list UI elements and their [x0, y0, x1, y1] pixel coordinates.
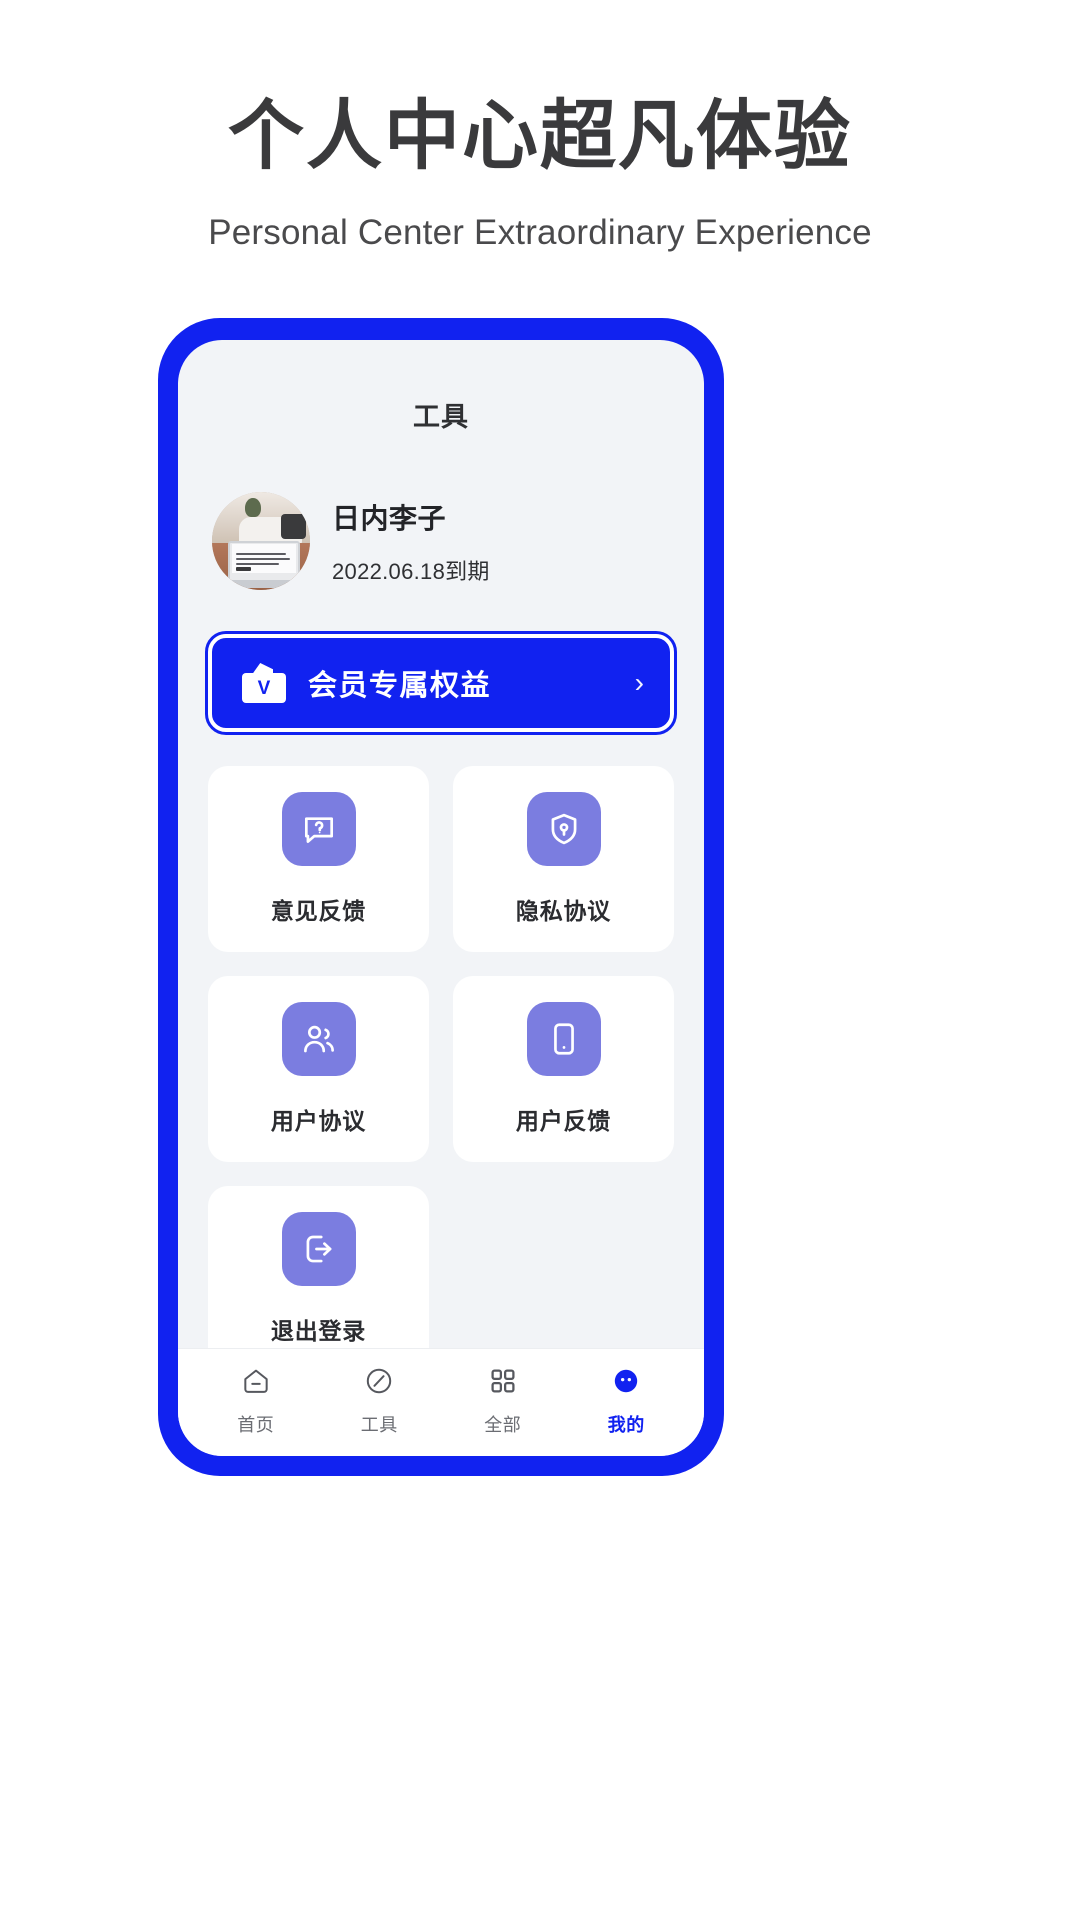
- bottom-tab-bar: 首页 工具 全部 我的: [178, 1348, 704, 1456]
- tile-placeholder: [453, 1186, 674, 1348]
- profile-expiry: 2022.06.18到期: [332, 558, 490, 584]
- tile-feedback[interactable]: 意见反馈: [208, 766, 429, 952]
- users-icon: [281, 1002, 356, 1076]
- tile-label: 用户协议: [270, 1108, 367, 1134]
- tile-label: 用户反馈: [515, 1108, 612, 1134]
- page-title: 个人中心超凡体验: [228, 94, 852, 179]
- phone-frame: 工具 日内李子 2022.06.18到期 V 会员专属权益 › 意见反馈 隐私协…: [158, 318, 724, 1476]
- vip-card-icon: V: [242, 663, 286, 703]
- tile-label: 意见反馈: [270, 898, 367, 924]
- tile-user-feedback[interactable]: 用户反馈: [453, 976, 674, 1162]
- logout-icon: [281, 1212, 356, 1286]
- profile-row[interactable]: 日内李子 2022.06.18到期: [208, 492, 674, 590]
- headline-block: 个人中心超凡体验 Personal Center Extraordinary E…: [0, 94, 1080, 254]
- tab-tools[interactable]: 工具: [318, 1363, 442, 1437]
- tile-label: 隐私协议: [515, 898, 612, 924]
- screen-content: 日内李子 2022.06.18到期 V 会员专属权益 › 意见反馈 隐私协议 用…: [178, 440, 704, 1348]
- shield-location-icon: [526, 792, 601, 866]
- question-chat-icon: [281, 792, 356, 866]
- page-subtitle: Personal Center Extraordinary Experience: [208, 213, 872, 253]
- screen-header: 工具: [178, 340, 704, 440]
- profile-name: 日内李子: [332, 502, 447, 534]
- phone-screen: 工具 日内李子 2022.06.18到期 V 会员专属权益 › 意见反馈 隐私协…: [178, 340, 704, 1456]
- tab-all[interactable]: 全部: [441, 1363, 565, 1437]
- profile-filled-icon: [608, 1363, 644, 1399]
- tab-label: 我的: [607, 1414, 645, 1435]
- vip-benefits-banner[interactable]: V 会员专属权益 ›: [205, 631, 677, 735]
- tile-user-agreement[interactable]: 用户协议: [208, 976, 429, 1162]
- grid-squares-icon: [485, 1363, 521, 1399]
- tools-circle-icon: [361, 1363, 397, 1399]
- tab-mine[interactable]: 我的: [565, 1363, 689, 1437]
- tile-label: 退出登录: [270, 1318, 367, 1344]
- tab-label: 全部: [484, 1414, 522, 1435]
- chevron-right-icon: ›: [634, 667, 644, 698]
- screen-title: 工具: [413, 402, 469, 432]
- tab-home[interactable]: 首页: [194, 1363, 318, 1437]
- avatar[interactable]: [212, 492, 310, 590]
- vip-banner-label: 会员专属权益: [308, 670, 492, 702]
- tile-logout[interactable]: 退出登录: [208, 1186, 429, 1348]
- tool-grid: 意见反馈 隐私协议 用户协议 用户反馈 退出登录: [208, 766, 674, 1348]
- mobile-device-icon: [526, 1002, 601, 1076]
- tab-label: 首页: [237, 1414, 275, 1435]
- profile-text: 日内李子 2022.06.18到期: [332, 497, 490, 586]
- home-icon: [238, 1363, 274, 1399]
- tab-label: 工具: [360, 1414, 398, 1435]
- promo-page: 个人中心超凡体验 Personal Center Extraordinary E…: [0, 0, 1080, 1920]
- tile-privacy-policy[interactable]: 隐私协议: [453, 766, 674, 952]
